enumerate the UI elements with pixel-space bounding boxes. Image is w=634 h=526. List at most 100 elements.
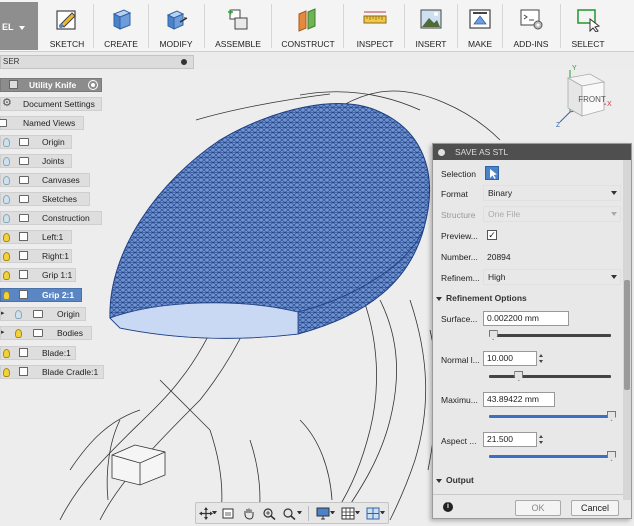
maximum-edge-length-input[interactable]: 43.89422 mm: [483, 392, 555, 407]
preview-checkbox[interactable]: ✓: [487, 230, 497, 240]
visibility-bulb-icon[interactable]: [3, 291, 10, 300]
maximum-edge-length-slider[interactable]: [489, 415, 611, 418]
selection-button[interactable]: [485, 166, 499, 180]
chevron-down-icon[interactable]: [380, 511, 385, 515]
construct-menu-button[interactable]: CONSTRUCT: [275, 0, 341, 52]
info-icon[interactable]: i: [443, 502, 453, 512]
tree-root-component[interactable]: Utility Knife: [0, 78, 102, 92]
chevron-down-icon[interactable]: [212, 511, 217, 515]
maximum-edge-length-slider-thumb[interactable]: [607, 411, 616, 421]
scrollbar-thumb[interactable]: [624, 280, 630, 390]
insert-menu-button[interactable]: INSERT: [407, 0, 455, 52]
surface-deviation-input[interactable]: 0.002200 mm: [483, 311, 569, 326]
assemble-menu-button[interactable]: ASSEMBLE: [207, 0, 269, 52]
format-value: Binary: [488, 188, 513, 198]
viewcube-axis-y: Y: [572, 65, 577, 72]
normal-deviation-input[interactable]: 10.000: [483, 351, 537, 366]
aspect-ratio-slider-thumb[interactable]: [607, 451, 616, 461]
dialog-title-bar[interactable]: SAVE AS STL: [433, 144, 631, 160]
tree-item-joints[interactable]: Joints: [0, 154, 72, 168]
tree-item-document-settings[interactable]: ⚙ Document Settings: [0, 97, 102, 111]
tree-item-origin[interactable]: Origin: [0, 135, 72, 149]
tree-item-construction[interactable]: Construction: [0, 211, 102, 225]
ok-button[interactable]: OK: [515, 500, 561, 516]
tree-item-bodies[interactable]: ▸ Bodies: [0, 326, 92, 340]
visibility-bulb-icon[interactable]: [3, 176, 10, 185]
surface-deviation-slider-thumb[interactable]: [488, 330, 498, 340]
structure-dropdown[interactable]: One File: [483, 206, 621, 222]
tree-item-blade[interactable]: Blade:1: [0, 346, 76, 360]
tree-item-sketches[interactable]: Sketches: [0, 192, 90, 206]
tree-item-left[interactable]: Left:1: [0, 230, 72, 244]
viewports-icon[interactable]: [366, 507, 380, 520]
number-of-triangles-value: 20894: [487, 252, 511, 262]
grid-settings-icon[interactable]: [341, 507, 355, 520]
dialog-title: SAVE AS STL: [455, 147, 509, 157]
view-cube[interactable]: FRONT Y X Z: [556, 60, 612, 128]
zoom-window-icon[interactable]: [282, 507, 296, 520]
viewcube-face-label[interactable]: FRONT: [578, 95, 606, 104]
modify-menu-button[interactable]: MODIFY: [150, 0, 202, 52]
visibility-bulb-icon[interactable]: [3, 271, 10, 280]
surface-deviation-slider[interactable]: [489, 334, 611, 337]
tree-item-grip-2-origin[interactable]: ▸ Origin: [0, 307, 86, 321]
tree-item-canvases[interactable]: Canvases: [0, 173, 90, 187]
inspect-menu-label: INSPECT: [356, 39, 394, 49]
visibility-bulb-icon[interactable]: [3, 252, 10, 261]
refinement-dropdown[interactable]: High: [483, 269, 621, 285]
chevron-down-icon[interactable]: [330, 511, 335, 515]
visibility-bulb-icon[interactable]: [3, 214, 10, 223]
collapse-dialog-icon[interactable]: [438, 149, 445, 156]
tree-item-right[interactable]: Right:1: [0, 249, 72, 263]
visibility-bulb-icon[interactable]: [3, 349, 10, 358]
visibility-bulb-icon[interactable]: [3, 195, 10, 204]
collapse-section-icon: [436, 296, 442, 301]
pan-hand-icon[interactable]: [242, 507, 256, 520]
expand-arrow-icon[interactable]: ▸: [1, 327, 5, 339]
addins-menu-button[interactable]: ADD-INS: [505, 0, 557, 52]
visibility-bulb-icon[interactable]: [3, 157, 10, 166]
aspect-ratio-slider[interactable]: [489, 455, 611, 458]
format-label: Format: [441, 189, 468, 199]
zoom-icon[interactable]: [262, 507, 276, 520]
refinement-options-section[interactable]: Refinement Options: [436, 293, 527, 303]
select-menu-button[interactable]: SELECT: [563, 0, 613, 52]
dialog-scrollbar[interactable]: [623, 160, 631, 500]
aspect-ratio-stepper[interactable]: [537, 432, 546, 447]
browser-panel-header[interactable]: SER: [0, 55, 194, 69]
make-menu-button[interactable]: MAKE: [460, 0, 500, 52]
chevron-down-icon[interactable]: [297, 511, 302, 515]
display-settings-icon[interactable]: [316, 507, 330, 520]
inspect-menu-button[interactable]: INSPECT: [348, 0, 402, 52]
expand-arrow-icon[interactable]: ▸: [1, 308, 5, 320]
visibility-bulb-icon[interactable]: [15, 310, 22, 319]
activate-radio-icon[interactable]: [88, 80, 98, 90]
visibility-bulb-icon[interactable]: [3, 233, 10, 242]
normal-deviation-slider-thumb[interactable]: [514, 371, 524, 381]
tree-item-label: Document Settings: [23, 99, 95, 109]
3d-print-icon: [469, 9, 491, 29]
workspace-switcher-button[interactable]: EL: [0, 2, 38, 50]
collapse-browser-icon[interactable]: [181, 59, 187, 65]
cancel-button[interactable]: Cancel: [571, 500, 619, 516]
visibility-bulb-icon[interactable]: [3, 368, 10, 377]
chevron-down-icon: [611, 275, 617, 279]
orbit-icon[interactable]: [199, 507, 213, 520]
aspect-ratio-value: 21.500: [487, 434, 513, 444]
normal-deviation-stepper[interactable]: [537, 351, 546, 366]
tree-item-grip-1[interactable]: Grip 1:1: [0, 268, 76, 282]
format-dropdown[interactable]: Binary: [483, 185, 621, 201]
look-at-icon[interactable]: [221, 507, 235, 520]
save-as-stl-dialog: SAVE AS STL Selection Format Binary Stru…: [432, 143, 632, 519]
visibility-bulb-icon[interactable]: [15, 329, 22, 338]
output-section[interactable]: Output: [436, 475, 474, 485]
chevron-down-icon[interactable]: [355, 511, 360, 515]
tree-item-named-views[interactable]: Named Views: [0, 116, 84, 130]
tree-item-blade-cradle[interactable]: Blade Cradle:1: [0, 365, 104, 379]
tree-item-grip-2[interactable]: Grip 2:1: [0, 288, 82, 302]
normal-deviation-slider[interactable]: [489, 375, 611, 378]
create-menu-button[interactable]: CREATE: [96, 0, 146, 52]
sketch-menu-button[interactable]: SKETCH: [42, 0, 92, 52]
aspect-ratio-input[interactable]: 21.500: [483, 432, 537, 447]
visibility-bulb-icon[interactable]: [3, 138, 10, 147]
